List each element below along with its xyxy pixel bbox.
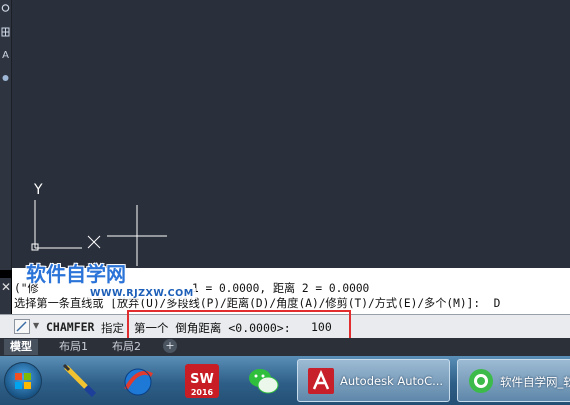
ucs-y-label: Y [33, 182, 43, 198]
tab-layout2[interactable]: 布局2 [106, 339, 147, 355]
sw-year: 2016 [191, 388, 214, 397]
globe-app-icon[interactable] [118, 361, 158, 401]
autocad-window: A Y ("修 1 = 0.0000, 距离 2 = 0.0000 选择第一条直… [0, 0, 570, 405]
command-icon[interactable] [14, 319, 30, 334]
watermark-url: WWW.RJZXW.COM [88, 288, 196, 299]
taskbar-autocad-label: Autodesk AutoC... [340, 374, 444, 388]
watermark-title: 软件自学网 [26, 262, 126, 286]
pen-tool-app-icon[interactable] [60, 361, 100, 401]
tab-model[interactable]: 模型 [4, 339, 38, 355]
command-input[interactable]: 100 [311, 320, 332, 334]
drawing-canvas[interactable]: Y [12, 0, 570, 268]
command-name: CHAMFER [46, 320, 95, 334]
layout-tabs: 模型 布局1 布局2 + [0, 338, 570, 356]
chevron-down-icon[interactable]: ▼ [33, 321, 39, 330]
command-label: 指定 [101, 321, 124, 335]
taskbar-browser-label: 软件自学网_软 [500, 375, 570, 389]
taskbar-browser[interactable]: 软件自学网_软 [457, 359, 570, 402]
add-tab-icon[interactable]: + [163, 339, 177, 353]
windows-start-button[interactable] [4, 362, 42, 400]
sw-badge: SW [190, 372, 214, 387]
autocad-icon [308, 368, 334, 394]
attribute-icon[interactable] [1, 72, 10, 84]
history-line-2: 选择第一条直线或 [放弃(U)/多段线(P)/距离(D)/角度(A)/修剪(T)… [14, 297, 501, 310]
tab-layout1[interactable]: 布局1 [53, 339, 94, 355]
browser-icon [469, 369, 493, 393]
command-prompt: 第一个 倒角距离 <0.0000>: [134, 321, 298, 335]
solidworks-2016-icon[interactable]: SW 2016 [182, 361, 222, 401]
wechat-icon[interactable] [244, 361, 284, 401]
grid-icon[interactable] [1, 26, 10, 38]
history-side-strip: ✕ [0, 278, 11, 314]
left-tool-palette: A [0, 0, 12, 270]
zoom-icon[interactable] [1, 2, 10, 14]
ucs-icon [31, 200, 101, 251]
history-line-1-right: 1 = 0.0000, 距离 2 = 0.0000 [192, 282, 370, 295]
windows-taskbar: SW 2016 Autodesk AutoC... 软件自学网_软 [0, 356, 570, 405]
command-line[interactable]: ▼ CHAMFER 指定 第一个 倒角距离 <0.0000>: 100 [0, 314, 570, 339]
canvas-graphics: Y [31, 182, 167, 266]
taskbar-autocad[interactable]: Autodesk AutoC... [297, 359, 450, 402]
close-icon[interactable]: ✕ [1, 280, 11, 294]
text-icon[interactable]: A [1, 50, 10, 62]
windows-logo-icon [15, 373, 31, 389]
crosshair-cursor [107, 205, 167, 266]
